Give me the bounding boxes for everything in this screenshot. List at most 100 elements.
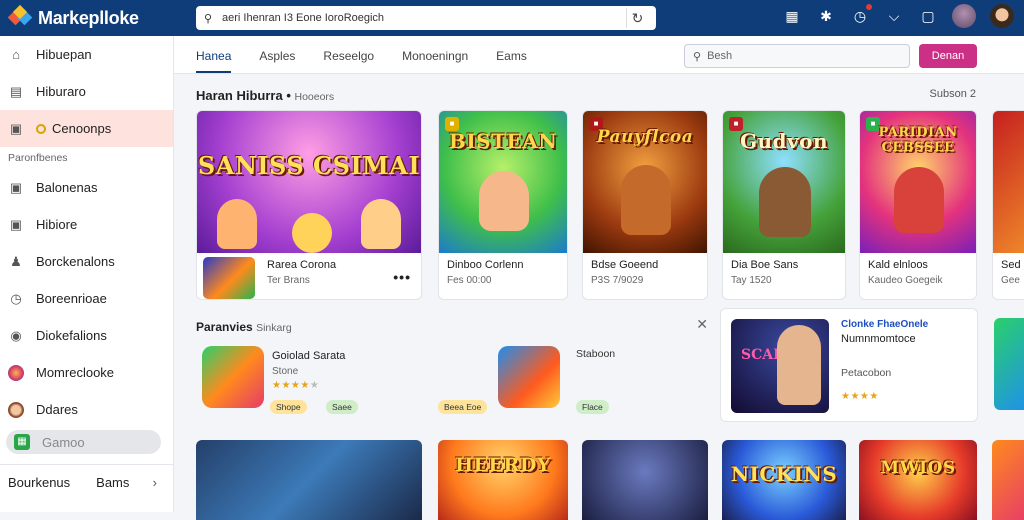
puzzle-icon[interactable]: ✱ bbox=[816, 6, 836, 26]
game-card-art[interactable] bbox=[582, 440, 708, 520]
card-thumbnail bbox=[203, 257, 255, 299]
tab-recent[interactable]: Reseelgo bbox=[323, 49, 374, 73]
game-card-art[interactable]: HEERDY bbox=[438, 440, 568, 520]
notification-icon[interactable]: ◷ bbox=[850, 4, 872, 26]
promo-title: Clonke FhaeOnele bbox=[841, 319, 929, 330]
character-figure bbox=[292, 213, 332, 253]
card-art: ■ Pauyflcoa bbox=[583, 111, 707, 253]
sidebar-item-locations[interactable]: ◉ Diokefalions bbox=[0, 317, 173, 354]
search-input[interactable]: ⚲ Besh bbox=[684, 44, 910, 68]
game-card[interactable]: ■ Pauyflcoa Bdse Goeend P3S 7/9029 bbox=[582, 110, 708, 300]
search-placeholder: Besh bbox=[707, 50, 733, 62]
sidebar-item-active[interactable]: ▣ Cenoonps bbox=[0, 110, 173, 147]
sidebar-item-history[interactable]: ▣ Hibiore bbox=[0, 206, 173, 243]
tag-chip[interactable]: Flace bbox=[576, 400, 609, 414]
card-art-text: PARIDIAN CEBSSEE bbox=[878, 125, 958, 155]
section-title-text: Haran Hiburra bbox=[196, 88, 283, 103]
close-icon[interactable]: ✕ bbox=[696, 316, 708, 333]
section-title: Haran Hiburra • Hooeors bbox=[196, 88, 335, 103]
rating-stars: ★★★★★ bbox=[272, 380, 320, 391]
tag-chip[interactable]: Saee bbox=[326, 400, 358, 414]
game-card-art[interactable] bbox=[196, 440, 422, 520]
sidebar-section-label: Paronfbenes bbox=[8, 152, 68, 164]
see-all-link[interactable]: Subson 2 bbox=[930, 88, 976, 100]
top-bar: Markeplloke ⚲ aeri Ihenran I3 Eone IoroR… bbox=[0, 0, 1024, 36]
tab-games[interactable]: Eams bbox=[496, 49, 527, 73]
sidebar-footer-right: Bams bbox=[96, 475, 130, 490]
tab-home[interactable]: Hanea bbox=[196, 49, 232, 73]
home-icon: ⌂ bbox=[12, 46, 20, 62]
tag-chip[interactable]: Beea Eoe bbox=[438, 400, 488, 414]
tab-monetization[interactable]: Monoeningn bbox=[402, 49, 468, 73]
game-card-art[interactable] bbox=[992, 440, 1024, 520]
promo-art: SCAES bbox=[731, 319, 829, 413]
sidebar-item-apps[interactable]: Momreclooke bbox=[0, 354, 173, 391]
card-meta: Fes 00:00 bbox=[447, 275, 492, 286]
image-icon: ▣ bbox=[9, 179, 23, 195]
tab-apps[interactable]: Asples bbox=[259, 49, 295, 73]
status-dot bbox=[36, 123, 46, 134]
card-meta: Kaudeo Goegeik bbox=[868, 275, 943, 286]
game-card-art[interactable]: NICKINS bbox=[722, 440, 846, 520]
search-icon: ⚲ bbox=[693, 50, 702, 63]
tag-chip[interactable]: Shope bbox=[270, 400, 307, 414]
bookmark-icon: ▣ bbox=[9, 216, 23, 232]
card-art-text: BISTEAN bbox=[448, 129, 558, 153]
card-art: ■ BISTEAN bbox=[439, 111, 567, 253]
card-meta: P3S 7/9029 bbox=[591, 275, 644, 286]
panel-subtitle: Sinkarg bbox=[256, 322, 292, 334]
app-icon[interactable] bbox=[202, 346, 264, 408]
sidebar-item-label: Balonenas bbox=[36, 180, 98, 195]
game-card[interactable]: SANISS CSIMAI Rarea Corona Ter Brans ••• bbox=[196, 110, 422, 300]
card-title: Kald elnloos bbox=[868, 259, 928, 271]
character-figure bbox=[217, 199, 257, 249]
game-card[interactable]: ■ PARIDIAN CEBSSEE Kald elnloos Kaudeo G… bbox=[859, 110, 977, 300]
card-title: Dia Boe Sans bbox=[731, 259, 799, 271]
address-bar[interactable]: ⚲ aeri Ihenran I3 Eone IoroRoegich ↻ bbox=[196, 6, 656, 30]
game-card[interactable]: ■ BISTEAN Dinboo Corlenn Fes 00:00 bbox=[438, 110, 568, 300]
promo-subtitle: Numnmomtoce bbox=[841, 333, 916, 345]
app-icon[interactable] bbox=[498, 346, 560, 408]
game-card[interactable]: Sed Gee bbox=[992, 110, 1024, 300]
sidebar-item-label: Hibuepan bbox=[36, 47, 92, 62]
sidebar-footer-left: Bourkenus bbox=[8, 475, 71, 490]
character-figure bbox=[759, 167, 811, 237]
character-figure bbox=[621, 165, 671, 235]
card-art: SANISS CSIMAI bbox=[197, 111, 421, 253]
reload-icon[interactable]: ↻ bbox=[626, 8, 648, 28]
sidebar-item-archive[interactable]: ▤ Hiburaro bbox=[0, 73, 173, 110]
sidebar-item-balances[interactable]: ▣ Balonenas bbox=[0, 169, 173, 206]
grid-icon[interactable]: ▦ bbox=[782, 6, 802, 26]
card-art-text: HEERDY bbox=[455, 454, 551, 476]
app-logo[interactable]: Markeplloke bbox=[7, 4, 196, 29]
game-card[interactable]: ■ Gudvon Dia Boe Sans Tay 1520 bbox=[722, 110, 846, 300]
chevron-icon[interactable]: ⌵ bbox=[884, 6, 904, 26]
sidebar-item-label: Cenoonps bbox=[52, 121, 112, 136]
search-button[interactable]: Denan bbox=[919, 44, 977, 68]
main-content: Hanea Asples Reseelgo Monoeningn Eams ⚲ … bbox=[174, 36, 1024, 520]
card-title: Dinboo Corlenn bbox=[447, 259, 524, 271]
sidebar-item-recent[interactable]: ◷ Boreenrioae bbox=[0, 280, 173, 317]
featured-promo[interactable]: SCAES Clonke FhaeOnele Numnmomtoce Petac… bbox=[720, 308, 978, 422]
avatar-icon bbox=[8, 401, 24, 418]
chat-icon[interactable]: ▢ bbox=[918, 6, 938, 26]
archive-icon: ▤ bbox=[9, 83, 23, 99]
sidebar-item-shares[interactable]: Ddares bbox=[0, 391, 173, 428]
user-avatar[interactable] bbox=[990, 4, 1014, 28]
character-figure bbox=[777, 325, 821, 405]
sidebar-item-label: Ddares bbox=[36, 402, 78, 417]
sidebar-footer[interactable]: Bourkenus Bams › bbox=[0, 464, 173, 501]
game-card-art[interactable]: MWIOS bbox=[859, 440, 977, 520]
sidebar-item-bookmarks[interactable]: ♟ Borckenalons bbox=[0, 243, 173, 280]
card-meta: Gee bbox=[1001, 275, 1020, 286]
sidebar-item-label: Borckenalons bbox=[36, 254, 115, 269]
promo-next-card[interactable] bbox=[994, 318, 1024, 410]
image-icon: ▣ bbox=[9, 120, 23, 136]
sidebar: ⌂ Hibuepan ▤ Hiburaro ▣ Cenoonps Paronfbene… bbox=[0, 36, 174, 512]
card-title: Bdse Goeend bbox=[591, 259, 659, 271]
more-options-icon[interactable]: ••• bbox=[393, 269, 411, 285]
sidebar-item-home[interactable]: ⌂ Hibuepan bbox=[0, 36, 173, 73]
sidebar-item-games[interactable]: ▦ Gamoo bbox=[6, 430, 161, 454]
card-title: Sed bbox=[1001, 259, 1021, 271]
user-avatar-small[interactable] bbox=[952, 4, 976, 28]
